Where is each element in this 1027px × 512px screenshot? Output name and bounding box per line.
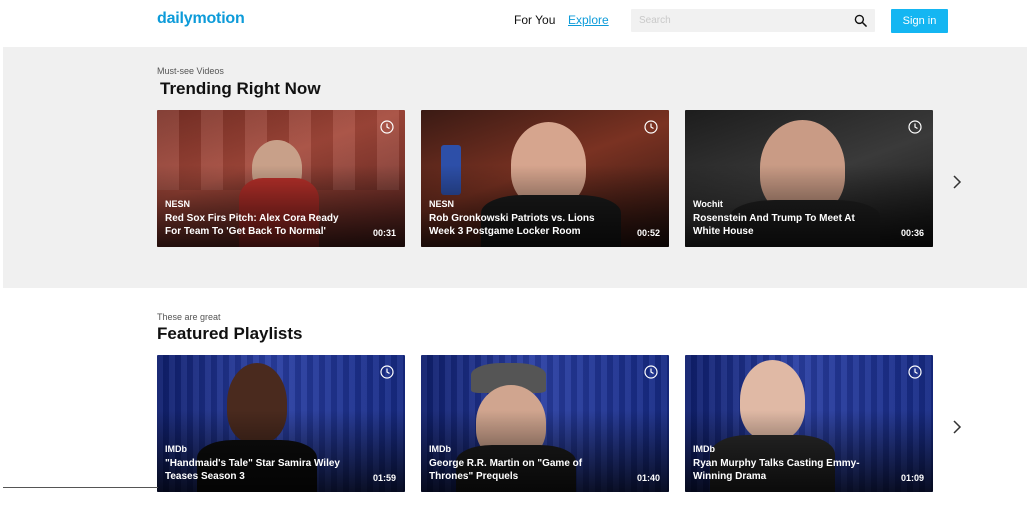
- clock-icon[interactable]: [644, 120, 658, 134]
- video-duration: 00:36: [900, 228, 924, 238]
- video-title[interactable]: "Handmaid's Tale" Star Samira Wiley Teas…: [165, 457, 355, 483]
- playlist-card[interactable]: IMDb "Handmaid's Tale" Star Samira Wiley…: [157, 355, 405, 492]
- header: dailymotion For You Explore Sign in: [0, 0, 1027, 44]
- logo[interactable]: dailymotion: [157, 10, 245, 28]
- video-source: NESN: [429, 199, 455, 209]
- video-card[interactable]: Wochit Rosenstein And Trump To Meet At W…: [685, 110, 933, 247]
- search-input[interactable]: [631, 9, 841, 32]
- video-title[interactable]: Red Sox Firs Pitch: Alex Cora Ready For …: [165, 212, 355, 238]
- clock-icon[interactable]: [908, 120, 922, 134]
- clock-icon[interactable]: [908, 365, 922, 379]
- clock-icon[interactable]: [380, 365, 394, 379]
- featured-kicker: These are great: [157, 312, 221, 322]
- nav-explore[interactable]: Explore: [568, 13, 609, 27]
- chevron-right-icon[interactable]: [950, 419, 964, 435]
- search-box: [631, 9, 875, 32]
- video-duration: 01:40: [636, 473, 660, 483]
- video-source: IMDb: [165, 444, 187, 454]
- video-card[interactable]: NESN Red Sox Firs Pitch: Alex Cora Ready…: [157, 110, 405, 247]
- video-title[interactable]: Rosenstein And Trump To Meet At White Ho…: [693, 212, 883, 238]
- chevron-right-icon[interactable]: [950, 174, 964, 190]
- sign-in-button[interactable]: Sign in: [891, 9, 948, 33]
- trending-title: Trending Right Now: [160, 79, 321, 98]
- video-source: Wochit: [693, 199, 723, 209]
- trending-kicker: Must-see Videos: [157, 66, 224, 76]
- video-source: NESN: [165, 199, 191, 209]
- clock-icon[interactable]: [380, 120, 394, 134]
- video-duration: 01:09: [900, 473, 924, 483]
- video-card[interactable]: NESN Rob Gronkowski Patriots vs. Lions W…: [421, 110, 669, 247]
- video-source: IMDb: [693, 444, 715, 454]
- video-duration: 00:52: [636, 228, 660, 238]
- divider: [3, 487, 158, 488]
- nav-for-you[interactable]: For You: [514, 13, 555, 27]
- video-title[interactable]: George R.R. Martin on "Game of Thrones" …: [429, 457, 619, 483]
- video-title[interactable]: Rob Gronkowski Patriots vs. Lions Week 3…: [429, 212, 619, 238]
- video-title[interactable]: Ryan Murphy Talks Casting Emmy-Winning D…: [693, 457, 883, 483]
- video-source: IMDb: [429, 444, 451, 454]
- playlist-card[interactable]: IMDb George R.R. Martin on "Game of Thro…: [421, 355, 669, 492]
- clock-icon[interactable]: [644, 365, 658, 379]
- featured-title: Featured Playlists: [157, 324, 303, 343]
- video-duration: 01:59: [372, 473, 396, 483]
- playlist-card[interactable]: IMDb Ryan Murphy Talks Casting Emmy-Winn…: [685, 355, 933, 492]
- search-icon[interactable]: [854, 14, 867, 27]
- video-duration: 00:31: [372, 228, 396, 238]
